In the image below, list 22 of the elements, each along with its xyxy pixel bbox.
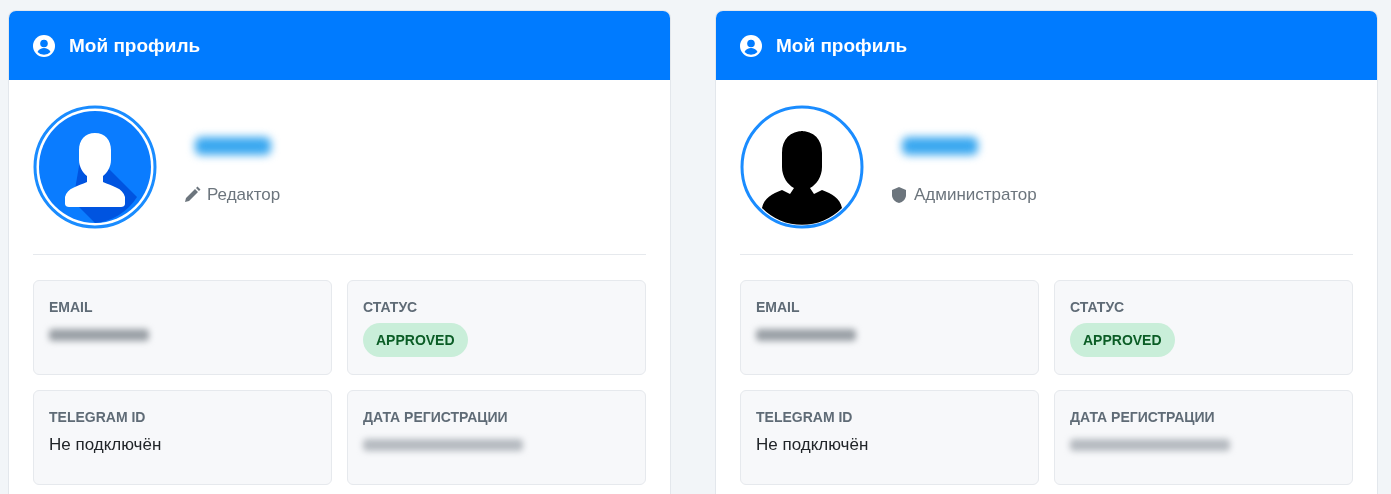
avatar-icon xyxy=(740,105,864,229)
field-label: TELEGRAM ID xyxy=(756,409,853,425)
status-badge: APPROVED xyxy=(363,323,468,357)
user-circle-icon xyxy=(740,34,762,57)
shield-icon xyxy=(890,186,908,204)
pencil-icon xyxy=(183,186,201,204)
role-label: Администратор xyxy=(914,185,1037,205)
field-label: СТАТУС xyxy=(363,299,418,315)
field-value: Не подключён xyxy=(756,435,869,455)
user-circle-icon xyxy=(33,34,55,57)
field-label: ДАТА РЕГИСТРАЦИИ xyxy=(1070,409,1215,425)
field-label: TELEGRAM ID xyxy=(49,409,146,425)
field-label: EMAIL xyxy=(49,299,93,315)
field-label: ДАТА РЕГИСТРАЦИИ xyxy=(363,409,508,425)
field-label: СТАТУС xyxy=(1070,299,1125,315)
avatar-icon xyxy=(33,105,157,229)
card-title: Мой профиль xyxy=(776,34,908,57)
status-badge: APPROVED xyxy=(1070,323,1175,357)
role-label: Редактор xyxy=(207,185,281,205)
field-value: Не подключён xyxy=(49,435,162,455)
card-title: Мой профиль xyxy=(69,34,201,57)
field-label: EMAIL xyxy=(756,299,800,315)
